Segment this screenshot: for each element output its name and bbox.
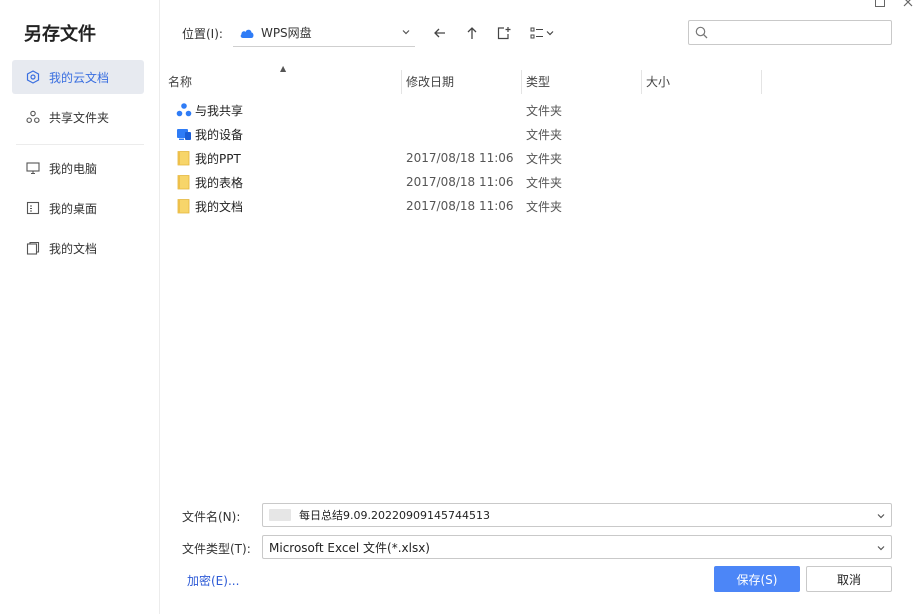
sidebar-item-label: 我的文档 [49,241,98,256]
share-folder-icon [26,110,40,123]
file-date: 2017/08/18 11:06 [406,151,514,165]
sidebar: 另存文件 我的云文档 共享文件夹 我的电脑 我的桌面 我的文档 [0,0,160,614]
file-date: 2017/08/18 11:06 [406,199,514,213]
sidebar-item-label: 我的电脑 [49,161,98,176]
filetype-value: Microsoft Excel 文件(*.xlsx) [269,540,430,555]
folder-icon [177,175,190,190]
new-folder-icon [497,27,511,40]
filetype-label: 文件类型(T): [182,542,251,556]
sidebar-item-my-computer[interactable]: 我的电脑 [12,151,144,185]
column-header-date[interactable]: 修改日期 [402,66,522,96]
close-icon[interactable] [901,0,915,8]
file-type: 文件夹 [526,199,563,214]
file-row[interactable]: 我的表格 2017/08/18 11:06 文件夹 [164,170,914,194]
redacted-text [269,509,291,521]
dialog-title: 另存文件 [24,24,96,45]
location-value: WPS网盘 [260,26,312,40]
toolbar: 位置(I): WPS网盘 [182,18,559,48]
file-list: 名称 ▲ 修改日期 类型 大小 与我共享 文件夹 我的设备 文件夹 我的PPT … [164,64,914,218]
search-input[interactable] [714,25,891,40]
column-header-label: 大小 [646,74,671,89]
share-icon [176,103,192,117]
cancel-button[interactable]: 取消 [806,566,892,592]
new-folder-button[interactable] [493,22,515,44]
file-name: 与我共享 [195,103,244,118]
file-name: 我的设备 [195,127,244,142]
sidebar-divider [16,144,144,145]
filename-value: 每日总结9.09.20220909145744513 [299,509,490,522]
arrow-left-icon [434,28,445,38]
column-header-name[interactable]: 名称 ▲ [164,64,402,96]
column-header-label: 名称 [168,74,193,89]
chevron-down-icon [402,30,410,35]
cloud-icon [240,29,254,38]
maximize-icon[interactable] [873,0,887,8]
up-button[interactable] [461,22,483,44]
save-button[interactable]: 保存(S) [714,566,800,592]
chevron-down-icon [877,546,885,551]
file-row[interactable]: 我的设备 文件夹 [164,122,914,146]
search-box[interactable] [688,20,892,45]
folder-icon [177,199,190,214]
column-header-type[interactable]: 类型 [522,66,642,96]
window-controls [873,0,915,8]
file-name: 我的表格 [195,175,244,190]
sidebar-item-label: 我的桌面 [49,201,98,216]
cloud-doc-icon [26,70,40,84]
sort-ascending-icon: ▲ [280,64,287,73]
desktop-icon [26,201,40,215]
encrypt-link[interactable]: 加密(E)... [187,572,239,589]
column-header-label: 修改日期 [406,74,455,89]
file-type: 文件夹 [526,151,563,166]
search-icon [695,26,708,39]
sidebar-item-my-documents[interactable]: 我的文档 [12,231,144,265]
chevron-down-icon[interactable] [876,511,886,521]
back-button[interactable] [429,22,451,44]
file-type: 文件夹 [526,127,563,142]
sidebar-item-cloud-docs[interactable]: 我的云文档 [12,60,144,94]
column-header-size[interactable]: 大小 [642,66,762,96]
file-list-header: 名称 ▲ 修改日期 类型 大小 [164,64,914,96]
list-view-icon [530,27,543,39]
file-name: 我的PPT [195,151,241,166]
file-name: 我的文档 [195,199,244,214]
filename-field[interactable]: 每日总结9.09.20220909145744513 [262,503,892,527]
documents-icon [26,241,40,255]
view-mode-button[interactable] [525,22,559,44]
computer-icon [26,162,40,175]
file-date: 2017/08/18 11:06 [406,175,514,189]
file-row[interactable]: 我的文档 2017/08/18 11:06 文件夹 [164,194,914,218]
column-header-label: 类型 [526,74,551,89]
folder-icon [177,151,190,166]
file-type: 文件夹 [526,103,563,118]
file-row[interactable]: 与我共享 文件夹 [164,98,914,122]
filetype-select[interactable]: Microsoft Excel 文件(*.xlsx) [262,535,892,559]
sidebar-item-label: 共享文件夹 [49,110,110,125]
sidebar-item-label: 我的云文档 [49,70,110,85]
sidebar-item-shared-folder[interactable]: 共享文件夹 [12,100,144,134]
device-icon [177,129,191,140]
file-type: 文件夹 [526,175,563,190]
location-label: 位置(I): [182,26,223,41]
arrow-up-icon [467,27,477,39]
file-row[interactable]: 我的PPT 2017/08/18 11:06 文件夹 [164,146,914,170]
chevron-down-icon [546,31,554,36]
location-dropdown[interactable]: WPS网盘 [232,19,415,47]
filename-label: 文件名(N): [182,510,241,524]
sidebar-item-my-desktop[interactable]: 我的桌面 [12,191,144,225]
